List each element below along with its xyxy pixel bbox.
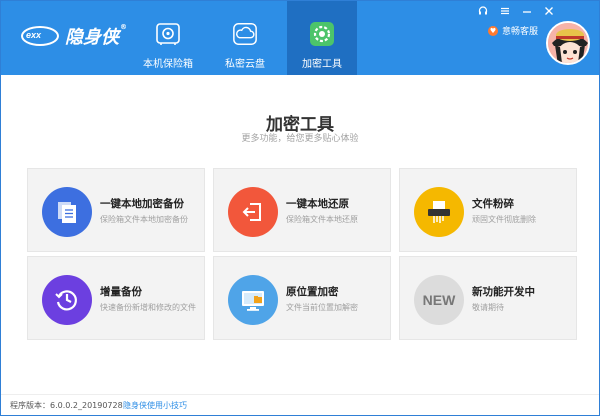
- logo-mark-icon: exx: [21, 26, 61, 46]
- new-badge-icon: NEW: [414, 275, 464, 325]
- tool-card-local-restore[interactable]: 一键本地还原 保险箱文件本地还原: [213, 168, 391, 252]
- shredder-icon: [414, 187, 464, 237]
- tool-title: 原位置加密: [286, 286, 339, 298]
- tool-title: 增量备份: [100, 286, 142, 298]
- tool-desc: 保险箱文件本地加密备份: [100, 215, 188, 224]
- top-bar: exx 隐身侠® 本机保险箱 私密云盘 加密工具 ♥ 意畅客服: [1, 1, 599, 75]
- nav-item-encrypt-tools[interactable]: 加密工具: [287, 1, 357, 75]
- gear-tool-icon: [309, 21, 335, 47]
- tool-desc: 保险箱文件本地还原: [286, 215, 358, 224]
- tool-card-incremental-backup[interactable]: 增量备份 快速备份新增和修改的文件: [27, 256, 205, 340]
- nav-item-private-cloud[interactable]: 私密云盘: [210, 1, 280, 75]
- tool-desc: 快速备份新增和修改的文件: [100, 303, 196, 312]
- close-icon[interactable]: [542, 4, 556, 18]
- customer-service-link[interactable]: ♥ 意畅客服: [488, 24, 538, 37]
- tool-card-file-shred[interactable]: 文件粉碎 顽固文件彻底删除: [399, 168, 577, 252]
- menu-icon[interactable]: [498, 4, 512, 18]
- status-bar: 程序版本：6.0.0.2_20190728 隐身侠使用小技巧: [1, 394, 599, 415]
- tips-link[interactable]: 隐身侠使用小技巧: [123, 400, 187, 411]
- minimize-icon[interactable]: [520, 4, 534, 18]
- app-logo: exx 隐身侠®: [21, 23, 127, 49]
- restore-icon: [228, 187, 278, 237]
- app-name: 隐身侠®: [65, 23, 127, 48]
- safe-icon: [155, 21, 181, 47]
- tool-card-local-backup[interactable]: 一键本地加密备份 保险箱文件本地加密备份: [27, 168, 205, 252]
- tools-grid: 一键本地加密备份 保险箱文件本地加密备份 一键本地还原 保险箱文件本地还原 文件…: [27, 168, 577, 340]
- tool-title: 文件粉碎: [472, 198, 514, 210]
- avatar[interactable]: [546, 21, 590, 65]
- heart-icon: ♥: [488, 25, 498, 36]
- tool-title: 新功能开发中: [472, 286, 535, 298]
- main-nav: 本机保险箱 私密云盘 加密工具: [133, 1, 364, 75]
- tool-title: 一键本地还原: [286, 198, 349, 210]
- page-subtitle: 更多功能，给您更多贴心体验: [241, 134, 359, 144]
- tool-title: 一键本地加密备份: [100, 198, 184, 210]
- tool-desc: 文件当前位置加解密: [286, 303, 358, 312]
- app-window: exx 隐身侠® 本机保险箱 私密云盘 加密工具 ♥ 意畅客服 加密工具 更多功…: [0, 0, 600, 416]
- headset-icon[interactable]: [476, 4, 490, 18]
- tool-card-coming-soon: NEW 新功能开发中 敬请期待: [399, 256, 577, 340]
- document-copy-icon: [42, 187, 92, 237]
- tool-desc: 敬请期待: [472, 303, 504, 312]
- nav-item-local-safe[interactable]: 本机保险箱: [133, 1, 203, 75]
- clock-backup-icon: [42, 275, 92, 325]
- monitor-folder-icon: [228, 275, 278, 325]
- version-label: 程序版本：6.0.0.2_20190728: [10, 401, 123, 410]
- tool-card-in-place-encrypt[interactable]: 原位置加密 文件当前位置加解密: [213, 256, 391, 340]
- cloud-icon: [232, 21, 258, 47]
- tool-desc: 顽固文件彻底删除: [472, 215, 536, 224]
